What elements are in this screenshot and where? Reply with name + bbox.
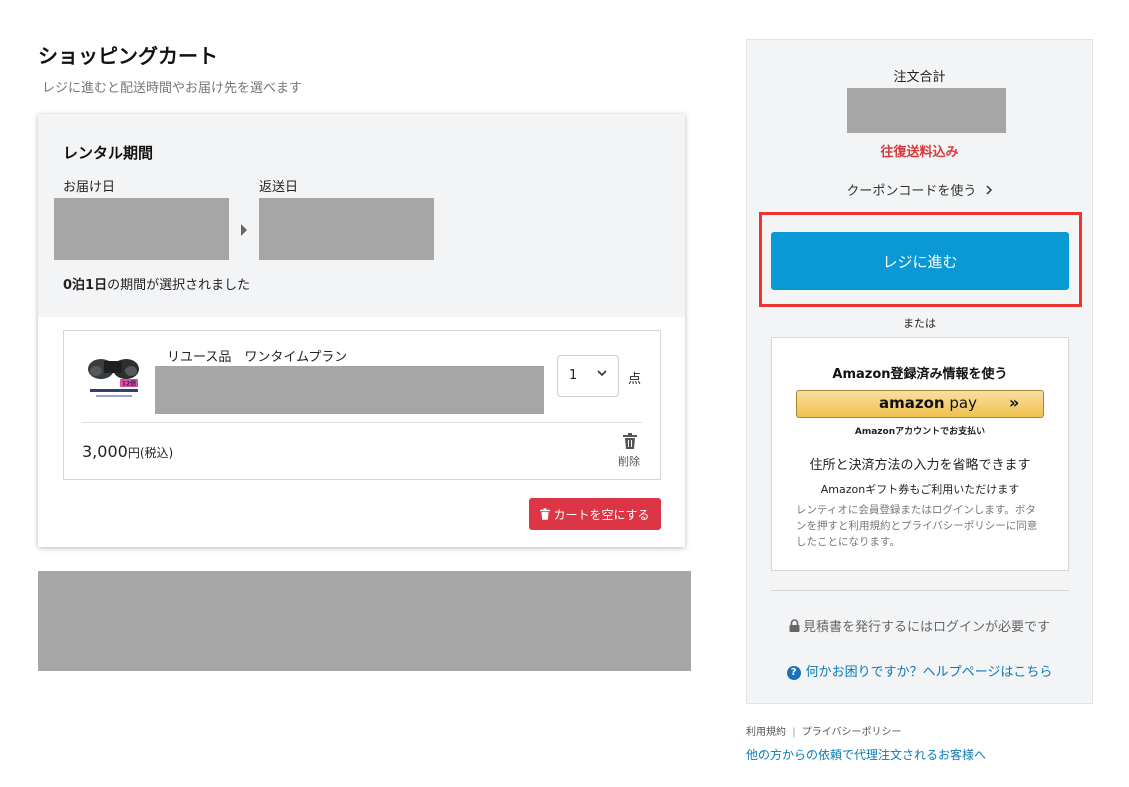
estimate-notice: 見積書を発行するにはログインが必要です (747, 616, 1092, 635)
coupon-code-link[interactable]: クーポンコードを使う (747, 180, 1092, 199)
help-link[interactable]: ? 何かお困りですか？ヘルプページはこちら (747, 661, 1092, 680)
quantity-value: 1 (569, 368, 578, 383)
proxy-order-link[interactable]: 他の方からの依頼で代理注文されるお客様へ (746, 746, 986, 763)
arrow-right-icon (241, 224, 247, 236)
double-chevron-icon: » (1009, 393, 1020, 412)
period-summary: 0泊1日の期間が選択されました (63, 278, 251, 293)
amazon-terms-note: レンティオに会員登録またはログインします。ボタンを押すと利用規約とプライバシーポ… (796, 504, 1038, 548)
empty-cart-button[interactable]: カートを空にする (529, 498, 661, 530)
terms-link[interactable]: 利用規約 (746, 727, 786, 738)
shipping-included-note: 往復送料込み (880, 145, 959, 160)
footer-separator: | (792, 727, 796, 738)
amazon-benefit-2: Amazonギフト券もご利用いただけます (820, 483, 1020, 496)
footer-links: 利用規約 | プライバシーポリシー (746, 723, 902, 738)
order-summary-panel: 注文合計 往復送料込み クーポンコードを使う レジに進む または Amazon登… (746, 39, 1093, 704)
item-detail-redacted (155, 366, 544, 414)
chevron-right-icon (986, 185, 992, 195)
item-name: リユース品 ワンタイムプラン (167, 350, 348, 365)
empty-cart-label: カートを空にする (553, 507, 650, 522)
cart-card: レンタル期間 お届け日 返送日 0泊1日の期間が選択されました 12倍 リユース… (38, 114, 685, 547)
page-title: ショッピングカート (38, 44, 218, 68)
trash-icon[interactable] (623, 433, 637, 449)
order-total-amount-redacted (847, 88, 1006, 133)
item-price: 3,000円(税込) (82, 442, 174, 461)
lock-icon (789, 619, 800, 632)
amazon-heading: Amazon登録済み情報を使う (832, 367, 1008, 382)
checkout-button[interactable]: レジに進む (771, 232, 1069, 290)
amazon-account-note: Amazonアカウントでお支払い (854, 427, 986, 437)
amazon-benefit-1: 住所と決済方法の入力を省略できます (809, 458, 1031, 473)
return-date-label: 返送日 (259, 180, 299, 195)
product-thumbnail[interactable]: 12倍 (84, 349, 144, 404)
quantity-select[interactable]: 1 (557, 355, 619, 397)
item-divider (82, 422, 642, 423)
privacy-link[interactable]: プライバシーポリシー (802, 727, 902, 738)
delivery-date-label: お届け日 (63, 180, 116, 195)
or-label: または (903, 317, 936, 330)
order-total-label: 注文合計 (893, 70, 946, 85)
redacted-section (38, 571, 691, 671)
delete-label[interactable]: 削除 (618, 453, 640, 469)
return-date-picker[interactable] (259, 198, 434, 260)
trash-icon (540, 508, 551, 520)
amazon-pay-button[interactable]: amazon pay » (796, 390, 1044, 418)
amazon-pay-box: Amazon登録済み情報を使う amazon pay » Amazonアカウント… (771, 337, 1069, 571)
chevron-down-icon (596, 367, 608, 382)
delivery-date-picker[interactable] (54, 198, 229, 260)
rental-period-title: レンタル期間 (63, 144, 154, 162)
rental-period-section: レンタル期間 お届け日 返送日 0泊1日の期間が選択されました (38, 114, 685, 317)
thumb-badge: 12倍 (122, 380, 136, 388)
amazon-pay-logo: amazon pay (879, 394, 977, 412)
cart-item: 12倍 リユース品 ワンタイムプラン 1 点 3,000円(税込) 削除 (63, 330, 661, 480)
page-subtitle: レジに進むと配送時間やお届け先を選べます (42, 81, 303, 96)
quantity-unit: 点 (628, 372, 642, 387)
help-icon: ? (786, 666, 801, 680)
side-divider (771, 590, 1069, 591)
